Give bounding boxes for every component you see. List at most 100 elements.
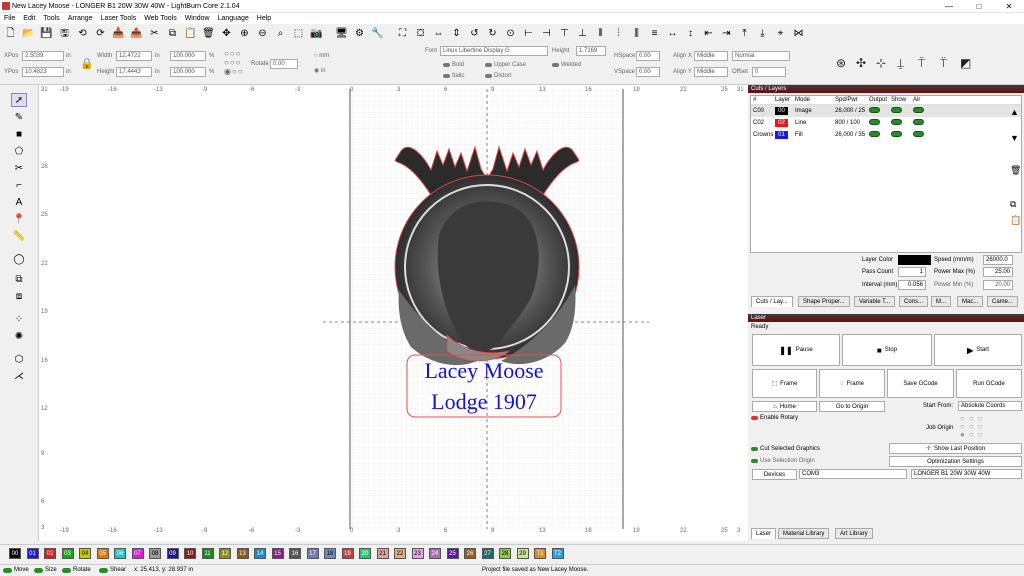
upper-case-toggle[interactable]: Upper Case <box>485 62 526 68</box>
scissors-icon[interactable]: ✂ <box>11 161 27 175</box>
use-selection-origin-toggle[interactable]: Use Selection Origin <box>751 458 815 464</box>
air-toggle[interactable] <box>913 107 924 113</box>
tab-laser[interactable]: Laser <box>751 528 777 539</box>
palette-swatch-24[interactable]: 24 <box>429 548 441 559</box>
mirror-v-icon[interactable]: ⇕ <box>449 27 464 42</box>
air-toggle[interactable] <box>913 131 924 137</box>
align-top-icon[interactable]: ⊤ <box>557 27 572 42</box>
mode-select[interactable]: Line <box>795 120 835 126</box>
table-row[interactable]: Crowns 01 Fill 26,000 / 35 <box>751 129 1021 141</box>
canvas-text-line-1[interactable]: Lacey Moose <box>424 358 543 383</box>
moose-engraving-image[interactable] <box>394 145 580 366</box>
rotary-setup-icon[interactable]: ⊛ <box>836 56 846 70</box>
move-toggle[interactable]: Move <box>3 567 29 573</box>
welded-toggle[interactable]: Welded <box>552 62 581 68</box>
show-last-position-button[interactable]: ✛ Show Last Position <box>889 443 1022 454</box>
menu-window[interactable]: Window <box>181 15 214 22</box>
tab-material-library[interactable]: Material Library <box>778 528 830 539</box>
move-laser-icon[interactable]: ⌖ <box>773 27 788 42</box>
text-icon[interactable]: A <box>11 195 27 209</box>
save-as-icon[interactable]: 🖫 <box>57 27 72 42</box>
width-input[interactable]: 12.4722 <box>116 51 152 61</box>
dock-right-icon[interactable]: ⇥ <box>719 27 734 42</box>
delete-layer-icon[interactable]: 🗑 <box>1010 165 1021 176</box>
palette-swatch-07[interactable]: 07 <box>131 548 144 559</box>
undo-icon[interactable]: ⟲ <box>75 27 90 42</box>
rotate-input[interactable]: 0.00 <box>270 59 298 69</box>
tab-move[interactable]: M... <box>931 296 951 307</box>
polygon-icon[interactable]: ⬠ <box>11 144 27 158</box>
table-row[interactable]: C02 02 Line 800 / 100 <box>751 117 1021 129</box>
show-toggle[interactable] <box>891 107 902 113</box>
table-row[interactable]: C00 00 Image 26,000 / 25 <box>751 105 1021 117</box>
save-gcode-button[interactable]: Save GCode <box>887 369 954 398</box>
palette-swatch-22[interactable]: 22 <box>394 548 406 559</box>
canvas-text-line-2[interactable]: Lodge 1907 <box>431 389 537 414</box>
show-toggle[interactable] <box>891 131 902 137</box>
palette-swatch-02[interactable]: 02 <box>44 548 56 559</box>
camera-icon[interactable]: 📷 <box>309 27 324 42</box>
show-toggle[interactable] <box>891 119 902 125</box>
palette-swatch-t2[interactable]: T2 <box>551 548 564 559</box>
align-vcenter-icon[interactable]: ⫶ <box>611 27 626 42</box>
rotate-cw-icon[interactable]: ↻ <box>485 27 500 42</box>
marker-icon[interactable]: ⍡ <box>940 56 947 71</box>
palette-swatch-29[interactable]: 29 <box>516 548 529 559</box>
rotate-ccw-icon[interactable]: ↺ <box>467 27 482 42</box>
palette-swatch-04[interactable]: 04 <box>79 548 91 559</box>
paste-icon[interactable]: 📋 <box>183 27 198 42</box>
settings-icon[interactable]: ⚙ <box>352 27 367 42</box>
palette-swatch-17[interactable]: 17 <box>306 548 319 559</box>
palette-swatch-19[interactable]: 19 <box>341 548 354 559</box>
palette-swatch-28[interactable]: 28 <box>499 548 511 559</box>
arrange-icon[interactable]: ⋈ <box>791 27 806 42</box>
ypos-input[interactable]: 10.4823 <box>22 67 64 77</box>
cut-selected-toggle[interactable]: Cut Selected Graphics <box>751 446 820 452</box>
palette-swatch-15[interactable]: 15 <box>271 548 284 559</box>
palette-swatch-11[interactable]: 11 <box>201 548 214 559</box>
tab-art-library[interactable]: Art Library <box>835 528 873 539</box>
power-min-input[interactable]: 20.00 <box>983 280 1013 290</box>
mode-select[interactable]: Image <box>795 108 835 114</box>
palette-swatch-00[interactable]: 00 <box>9 548 21 559</box>
dock-left-icon[interactable]: ⇤ <box>701 27 716 42</box>
run-gcode-button[interactable]: Run GCode <box>956 369 1022 398</box>
crop-icon[interactable]: ⌐ <box>11 178 27 192</box>
monitor-icon[interactable]: 🖥 <box>334 27 349 42</box>
output-toggle[interactable] <box>869 119 880 125</box>
palette-swatch-05[interactable]: 05 <box>96 548 109 559</box>
menu-laser-tools[interactable]: Laser Tools <box>97 15 141 22</box>
tab-shape-properties[interactable]: Shape Proper... <box>798 296 850 307</box>
distribute-v-icon[interactable]: ≡ <box>647 27 662 42</box>
unit-mm-radio[interactable]: ○ mm <box>314 53 329 59</box>
dock-bottom-icon[interactable]: ⤓ <box>755 27 770 42</box>
palette-swatch-21[interactable]: 21 <box>376 548 389 559</box>
start-from-select[interactable]: Absolute Coords <box>958 401 1022 411</box>
circular-array-icon[interactable]: ✺ <box>11 329 27 343</box>
palette-swatch-06[interactable]: 06 <box>114 548 126 559</box>
menu-help[interactable]: Help <box>253 15 275 22</box>
port-select[interactable]: COM3 <box>799 469 907 479</box>
tools-icon[interactable]: 🔧 <box>370 27 385 42</box>
palette-swatch-18[interactable]: 18 <box>324 548 336 559</box>
offset-input[interactable]: 0 <box>752 67 786 77</box>
job-origin-grid[interactable]: ○○○ ○○○ ●○○ <box>960 415 987 439</box>
zoom-fit-icon[interactable]: ⌕ <box>273 27 288 42</box>
copy-layer-icon[interactable]: ⧉ <box>1010 199 1016 210</box>
anchor-grid-icon[interactable]: ○○○ ○○○ ◉○○ <box>224 49 244 76</box>
boolean-icon[interactable]: ⧉ <box>11 272 27 286</box>
measure-icon[interactable]: 📏 <box>11 229 27 243</box>
select-icon[interactable]: ➚ <box>11 93 27 107</box>
align-hcenter-icon[interactable]: ⫴ <box>593 27 608 42</box>
maximize-button[interactable]: □ <box>964 0 994 13</box>
menu-language[interactable]: Language <box>214 15 253 22</box>
move-layer-down-icon[interactable]: ▼ <box>1010 133 1019 143</box>
palette-swatch-27[interactable]: 27 <box>481 548 494 559</box>
menu-arrange[interactable]: Arrange <box>64 15 97 22</box>
close-button[interactable]: ✕ <box>994 0 1024 13</box>
speed-input[interactable]: 26000.0 <box>983 255 1013 265</box>
zoom-out-icon[interactable]: ⊖ <box>255 27 270 42</box>
devices-button[interactable]: Devices <box>752 469 797 480</box>
new-file-icon[interactable]: 🗋 <box>3 27 18 42</box>
zoom-selection-icon[interactable]: ⬚ <box>291 27 306 42</box>
